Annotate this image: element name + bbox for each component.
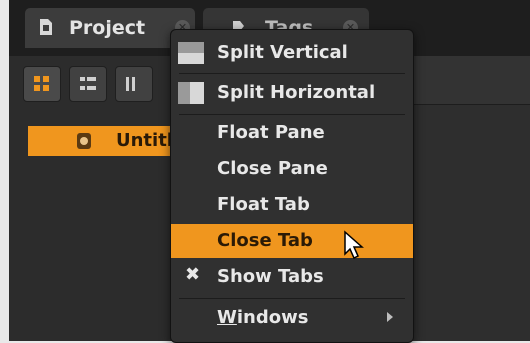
menu-item-close-pane[interactable]: Close Pane: [171, 152, 413, 186]
file-icon: [77, 133, 91, 149]
split-horizontal-icon: [178, 82, 204, 104]
grid-view-icon: [34, 76, 49, 91]
checkmark-icon: ✖: [185, 264, 201, 285]
menu-item-label: Float Tab: [217, 194, 310, 215]
menu-item-label: Close Pane: [217, 158, 328, 179]
list-view-button[interactable]: [69, 66, 107, 102]
menu-separator: [179, 298, 405, 299]
context-menu: Split Vertical Split Horizontal Float Pa…: [170, 29, 414, 343]
menu-item-label: Float Pane: [217, 122, 325, 143]
menu-item-close-tab[interactable]: Close Tab: [171, 224, 413, 258]
menu-item-windows[interactable]: Windows: [171, 301, 413, 335]
menu-item-float-pane[interactable]: Float Pane: [171, 116, 413, 150]
submenu-arrow-icon: [387, 312, 393, 322]
label-rest: indows: [236, 307, 309, 328]
menu-item-label: Windows: [217, 307, 308, 328]
menu-item-split-vertical[interactable]: Split Vertical: [171, 36, 413, 70]
menu-item-show-tabs[interactable]: ✖ Show Tabs: [171, 260, 413, 294]
menu-separator: [179, 73, 405, 74]
menu-item-float-tab[interactable]: Float Tab: [171, 188, 413, 222]
columns-view-button[interactable]: [115, 66, 153, 102]
grid-view-button[interactable]: [23, 66, 61, 102]
menu-item-label: Split Vertical: [217, 42, 348, 63]
split-vertical-icon: [178, 42, 204, 64]
tab-label: Project: [69, 17, 146, 39]
menu-item-label: Close Tab: [217, 230, 313, 251]
menu-separator: [179, 114, 405, 115]
menu-item-label: Split Horizontal: [217, 82, 376, 103]
document-icon: [40, 19, 52, 35]
mnemonic-letter: W: [217, 307, 237, 328]
mouse-pointer-icon: [344, 230, 364, 260]
menu-item-label: Show Tabs: [217, 266, 324, 287]
item-label: Untitl: [116, 130, 173, 151]
menu-item-split-horizontal[interactable]: Split Horizontal: [171, 76, 413, 110]
columns-view-icon: [126, 77, 135, 91]
list-view-icon: [80, 77, 96, 90]
